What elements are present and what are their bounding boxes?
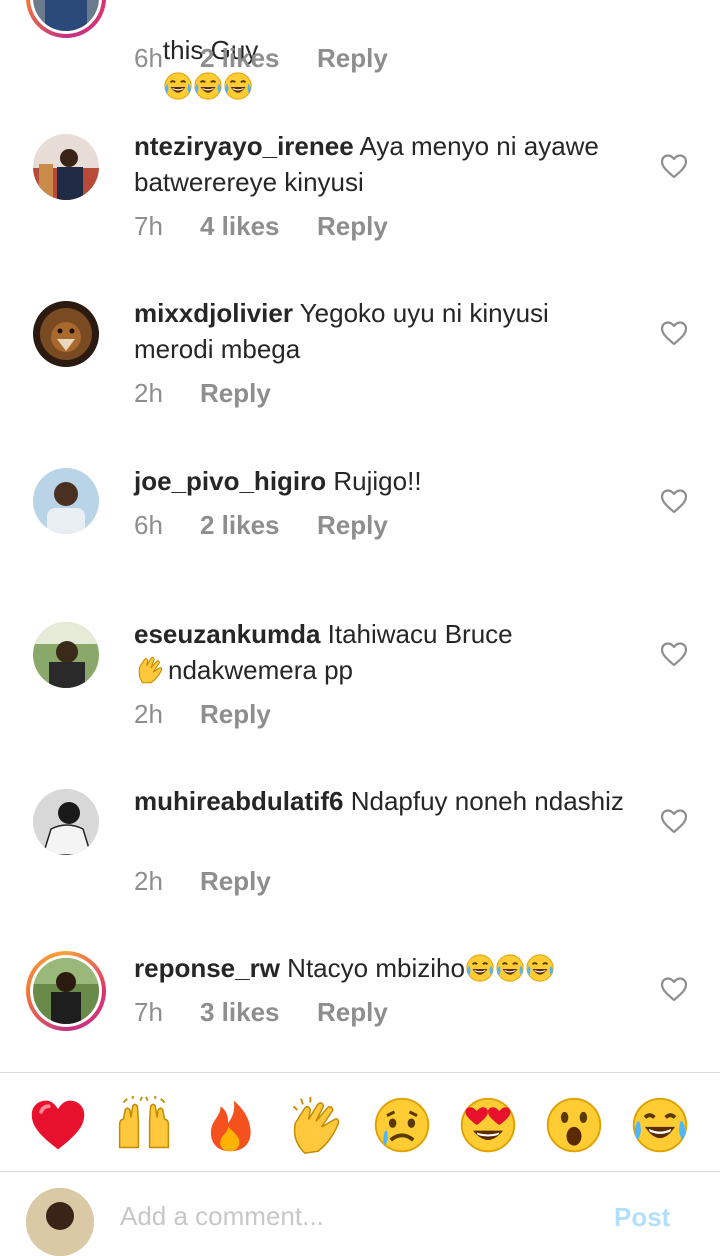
comment-time: 2h [134,866,163,896]
comment-meta: 2h Reply [134,378,271,409]
comment-text: reponse_rw Ntacyo mbiziho [134,950,634,986]
current-user-avatar [26,1188,94,1256]
comment-composer: Post [0,1172,720,1256]
comment-meta: 2h Reply [134,866,271,897]
tears-of-joy-emoji [163,71,193,101]
comment-username[interactable]: joe_pivo_higiro [134,466,326,496]
reply-button[interactable]: Reply [317,211,388,242]
like-heart-icon[interactable] [660,808,688,834]
comment-meta: 7h 4 likes Reply [134,211,388,242]
like-heart-icon[interactable] [660,488,688,514]
comment-time: 6h [134,43,163,73]
like-heart-icon[interactable] [660,320,688,346]
reply-button[interactable]: Reply [317,43,388,74]
like-heart-icon[interactable] [660,153,688,179]
comment-time: 7h [134,997,163,1027]
tears-of-joy-emoji [193,71,223,101]
comment-text: joe_pivo_higiro Rujigo!! [134,466,422,496]
avatar-story-ring[interactable] [26,951,106,1031]
comment-likes[interactable]: 2 likes [200,43,317,74]
sad-face-icon[interactable] [372,1095,432,1155]
fire-icon[interactable] [200,1095,260,1155]
comment-likes[interactable]: 2 likes [200,510,317,541]
comment-input[interactable] [118,1200,542,1233]
reply-button[interactable]: Reply [200,699,271,730]
tears-of-joy-emoji [525,953,555,983]
avatar-story-ring[interactable] [26,0,106,38]
avatar[interactable] [33,468,99,534]
comment-meta: 7h 3 likes Reply [134,997,388,1028]
comment-meta: 6h 2 likes Reply [134,43,388,74]
raising-hands-icon[interactable] [114,1095,174,1155]
comment-text: nteziryayo_irenee Aya menyo ni ayawe bat… [134,131,607,197]
reply-button[interactable]: Reply [200,378,271,409]
comment-time: 7h [134,211,163,241]
comment-username[interactable]: reponse_rw [134,953,280,983]
tears-of-joy-emoji [465,953,495,983]
avatar[interactable] [33,622,99,688]
comment-text: muhireabdulatif6 Ndapfuy noneh ndashiz [134,786,624,816]
comment-meta: 6h 2 likes Reply [134,510,388,541]
clapping-hands-icon[interactable] [286,1095,346,1155]
surprised-face-icon[interactable] [544,1095,604,1155]
comment-username[interactable]: mixxdjolivier [134,298,293,328]
avatar[interactable] [33,789,99,855]
red-heart-icon[interactable] [28,1095,88,1155]
comment-username[interactable]: nteziryayo_irenee [134,131,354,161]
tears-of-joy-emoji [495,953,525,983]
comment-text: eseuzankumda Itahiwacu Bruce ndakwemera … [134,619,513,687]
reply-button[interactable]: Reply [317,510,388,541]
tears-of-joy-icon[interactable] [630,1095,690,1155]
reply-button[interactable]: Reply [200,866,271,897]
reply-button[interactable]: Reply [317,997,388,1028]
comment-meta: 2h Reply [134,699,271,730]
heart-eyes-icon[interactable] [458,1095,518,1155]
comment-time: 6h [134,510,163,540]
clapping-hands-emoji [134,653,168,687]
like-heart-icon[interactable] [660,641,688,667]
avatar[interactable] [33,134,99,200]
comment-likes[interactable]: 3 likes [200,997,317,1028]
avatar[interactable] [33,301,99,367]
quick-reaction-bar [0,1073,720,1171]
comment-username[interactable]: muhireabdulatif6 [134,786,343,816]
avatar [33,958,99,1024]
comment-text: mixxdjolivier Yegoko uyu ni kinyusi mero… [134,298,557,364]
like-heart-icon[interactable] [660,976,688,1002]
tears-of-joy-emoji [223,71,253,101]
comment-time: 2h [134,699,163,729]
comment-time: 2h [134,378,163,408]
comment-username[interactable]: eseuzankumda [134,619,320,649]
comment-likes[interactable]: 4 likes [200,211,317,242]
post-button[interactable]: Post [614,1202,670,1233]
